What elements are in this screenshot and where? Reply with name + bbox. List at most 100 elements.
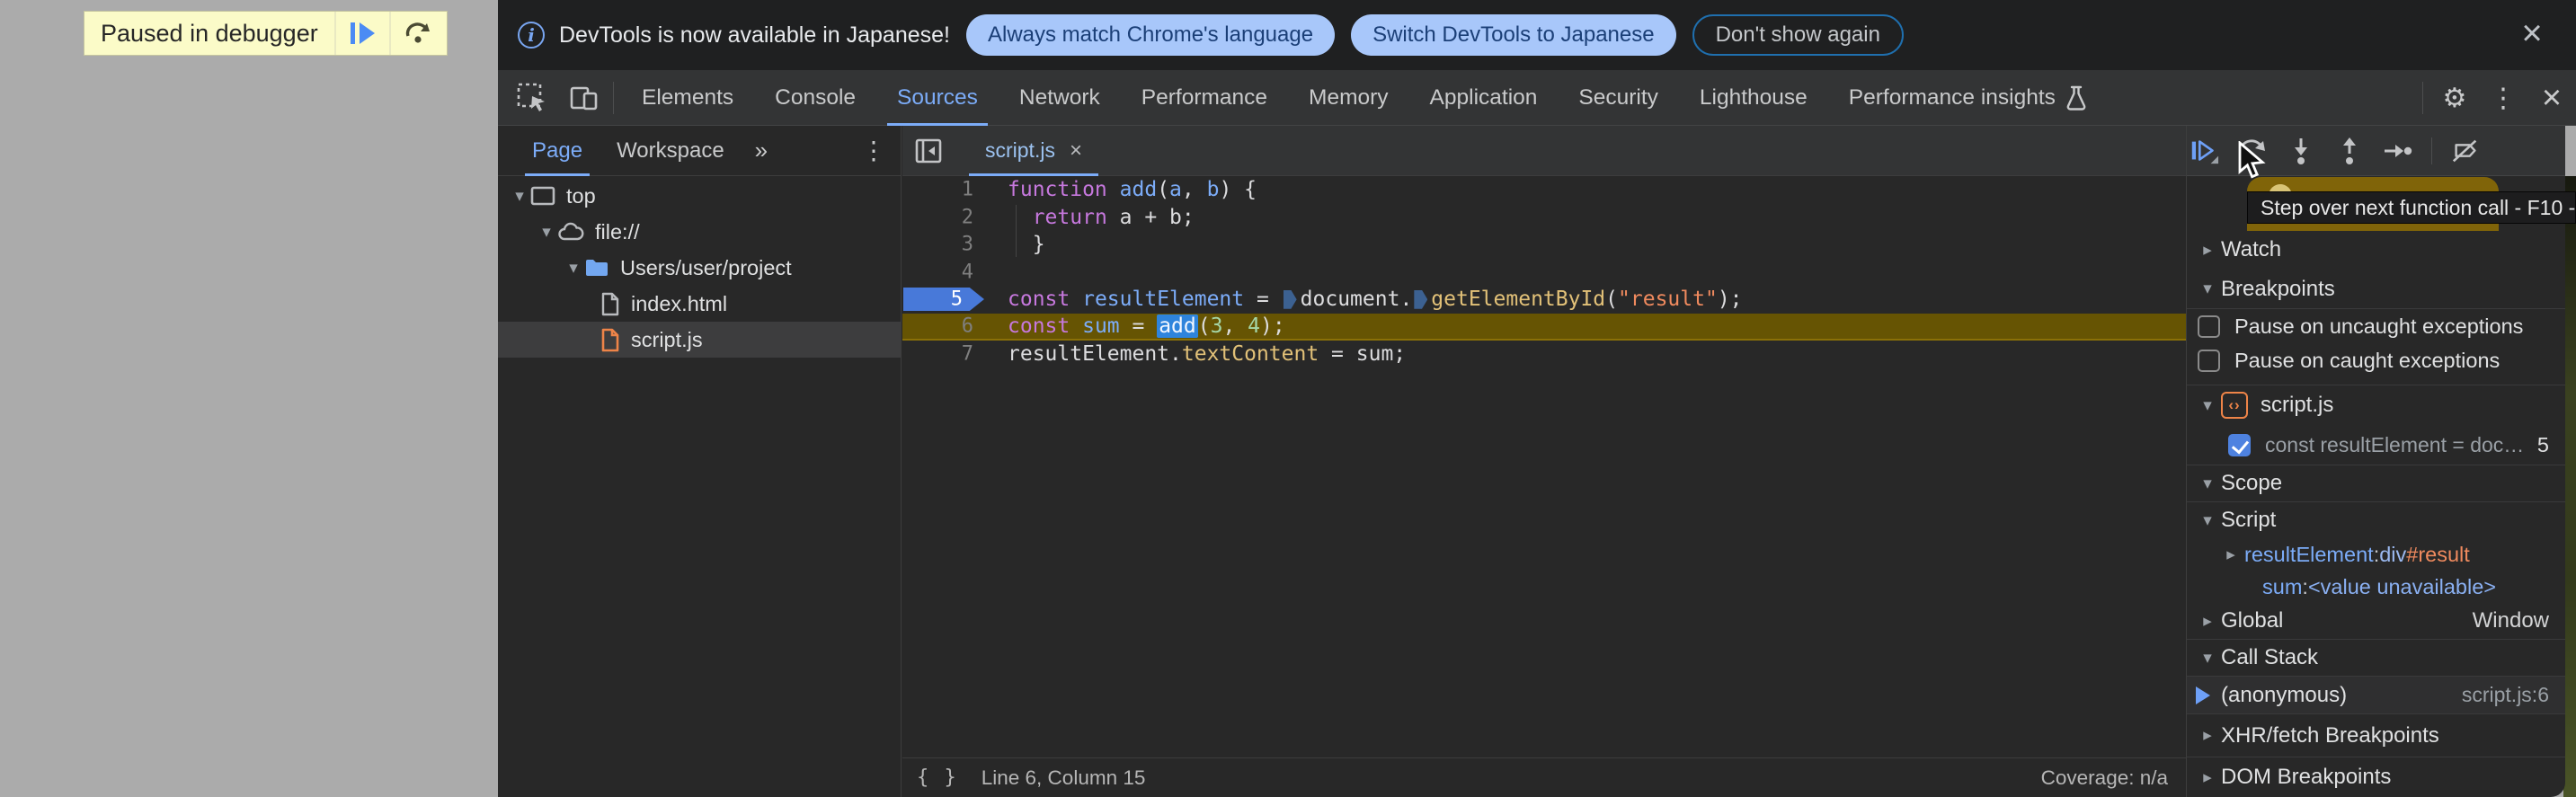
- line-gutter[interactable]: 5: [902, 286, 988, 314]
- tab-label: Sources: [897, 84, 978, 110]
- code-line-5[interactable]: 5 const resultElement = document. getEleme…: [902, 286, 2186, 314]
- breakpoint-badge[interactable]: 5: [903, 288, 984, 311]
- deactivate-breakpoints-button[interactable]: [2450, 136, 2481, 166]
- code-token: textContent: [1181, 342, 1319, 367]
- current-frame-arrow-icon: [2196, 686, 2210, 704]
- tab-console[interactable]: Console: [754, 70, 876, 126]
- line-gutter[interactable]: 4: [902, 259, 988, 287]
- pretty-print-button[interactable]: { }: [917, 766, 958, 789]
- resume-button[interactable]: [2189, 136, 2219, 166]
- step-button[interactable]: [2383, 136, 2413, 166]
- navigator-more-tabs-button[interactable]: »: [755, 137, 768, 164]
- panel-tabs: Elements Console Sources Network Performance…: [621, 70, 2109, 126]
- line-gutter[interactable]: 6: [902, 314, 988, 340]
- tab-performance-insights[interactable]: Performance insights: [1828, 70, 2109, 126]
- chevron-down-icon: ▾: [2203, 510, 2212, 530]
- tree-expand-arrow[interactable]: ▾: [536, 222, 557, 243]
- editor-tab-close-icon[interactable]: ×: [1070, 138, 1082, 164]
- tree-expand-arrow[interactable]: ▾: [509, 186, 530, 207]
- tab-elements[interactable]: Elements: [621, 70, 754, 126]
- line-number[interactable]: 3: [962, 234, 973, 256]
- step-into-button[interactable]: [2286, 136, 2316, 166]
- tab-memory[interactable]: Memory: [1288, 70, 1408, 126]
- code-token: resultElement.: [1008, 342, 1182, 367]
- tree-item-file-[interactable]: ▾ file://: [498, 214, 901, 250]
- inspect-element-button[interactable]: [514, 77, 550, 119]
- tree-item-top[interactable]: ▾ top: [498, 178, 901, 214]
- editor-tab-scriptjs[interactable]: script.js ×: [969, 126, 1098, 176]
- inline-position-marker[interactable]: [1283, 289, 1297, 309]
- pause-caught-checkbox[interactable]: [2198, 349, 2220, 372]
- code-token: (: [1157, 178, 1170, 202]
- tree-item-index-html[interactable]: index.html: [498, 286, 901, 322]
- callstack-section-header[interactable]: ▾ Call Stack: [2187, 639, 2565, 677]
- code-line-3[interactable]: 3 }: [902, 231, 2186, 259]
- breakpoints-section-header[interactable]: ▾ Breakpoints: [2187, 270, 2565, 309]
- toolbar-kebab-menu-button[interactable]: ⋮: [2479, 83, 2527, 114]
- resume-script-button[interactable]: [333, 12, 389, 55]
- devtools-close-button[interactable]: ×: [2527, 79, 2576, 118]
- tab-label: Performance insights: [1848, 84, 2056, 110]
- line-number[interactable]: 1: [962, 179, 973, 201]
- step-over-banner-button[interactable]: [388, 12, 447, 55]
- inline-position-marker[interactable]: [1414, 289, 1428, 309]
- tab-performance[interactable]: Performance: [1121, 70, 1288, 126]
- line-number[interactable]: 6: [962, 314, 973, 337]
- code-line-6[interactable]: 6 const sum = add(3, 4);: [902, 313, 2186, 341]
- breakpoint-entry-row[interactable]: const resultElement = doc… 5: [2187, 425, 2565, 465]
- hide-navigator-button[interactable]: [913, 136, 944, 166]
- code-token: function: [1008, 178, 1107, 202]
- notification-close-button[interactable]: ×: [2511, 13, 2553, 54]
- tab-label: Elements: [642, 84, 734, 110]
- breakpoint-file-row[interactable]: ▾ ‹› script.js: [2187, 385, 2565, 425]
- pause-uncaught-label: Pause on uncaught exceptions: [2234, 314, 2524, 338]
- tree-expand-arrow[interactable]: ▾: [563, 258, 584, 279]
- code-line-4[interactable]: 4: [902, 259, 2186, 287]
- editor-statusbar: { } Line 6, Column 15 Coverage: n/a: [902, 757, 2186, 797]
- tab-lighthouse[interactable]: Lighthouse: [1679, 70, 1828, 126]
- tree-item-users-user-project[interactable]: ▾ Users/user/project: [498, 250, 901, 286]
- line-gutter[interactable]: 2: [902, 204, 988, 232]
- tab-network[interactable]: Network: [999, 70, 1121, 126]
- pause-uncaught-checkbox[interactable]: [2198, 314, 2220, 338]
- code-token: "result": [1618, 288, 1718, 312]
- pause-caught-row[interactable]: Pause on caught exceptions: [2187, 343, 2565, 377]
- code-line-7[interactable]: 7 resultElement. textContent = sum;: [902, 341, 2186, 368]
- scope-var-sum[interactable]: sum: <value unavailable>: [2187, 571, 2565, 603]
- scope-section-header[interactable]: ▾ Scope: [2187, 465, 2565, 502]
- breakpoint-checkbox[interactable]: [2228, 433, 2251, 456]
- tree-item-script-js[interactable]: script.js: [498, 322, 901, 358]
- tooltip-text: Step over next function call - F10 - ⌘ ': [2261, 195, 2576, 219]
- code-line-2[interactable]: 2 return a + b;: [902, 204, 2186, 232]
- navigator-tab-page[interactable]: Page: [524, 126, 591, 176]
- scope-var-resultelement[interactable]: ▸ resultElement: div #result: [2187, 538, 2565, 571]
- settings-gear-button[interactable]: ⚙: [2430, 83, 2479, 114]
- line-number[interactable]: 4: [962, 261, 973, 283]
- tab-security[interactable]: Security: [1558, 70, 1679, 126]
- device-toolbar-button[interactable]: [566, 77, 602, 119]
- tab-application[interactable]: Application: [1409, 70, 1559, 126]
- line-gutter[interactable]: 1: [902, 176, 988, 204]
- line-number[interactable]: 2: [962, 206, 973, 228]
- code-line-1[interactable]: 1 function add(a, b) {: [902, 176, 2186, 204]
- watch-section-header[interactable]: ▸ Watch: [2187, 230, 2565, 270]
- code-area[interactable]: 1 function add(a, b) {2 return a + b; 3 } 4…: [902, 176, 2186, 757]
- pause-uncaught-row[interactable]: Pause on uncaught exceptions: [2187, 309, 2565, 343]
- tab-sources[interactable]: Sources: [876, 70, 999, 126]
- code-token: a + b;: [1106, 205, 1195, 229]
- line-number[interactable]: 7: [962, 343, 973, 366]
- navigator-kebab-menu-button[interactable]: ⋮: [861, 136, 886, 165]
- scope-global-row[interactable]: ▸ Global Window: [2187, 603, 2565, 639]
- callstack-frame-row[interactable]: (anonymous) script.js:6: [2187, 677, 2565, 714]
- dom-breakpoints-header[interactable]: ▸ DOM Breakpoints: [2187, 757, 2565, 797]
- scope-script-row[interactable]: ▾ Script: [2187, 502, 2565, 538]
- always-match-language-button[interactable]: Always match Chrome's language: [965, 14, 1336, 56]
- xhr-breakpoints-header[interactable]: ▸ XHR/fetch Breakpoints: [2187, 714, 2565, 757]
- step-out-button[interactable]: [2334, 136, 2365, 166]
- line-gutter[interactable]: 7: [902, 341, 988, 368]
- navigator-tab-workspace[interactable]: Workspace: [617, 126, 724, 176]
- dont-show-again-button[interactable]: Don't show again: [1692, 14, 1904, 56]
- line-gutter[interactable]: 3: [902, 231, 988, 259]
- switch-to-japanese-button[interactable]: Switch DevTools to Japanese: [1351, 14, 1676, 56]
